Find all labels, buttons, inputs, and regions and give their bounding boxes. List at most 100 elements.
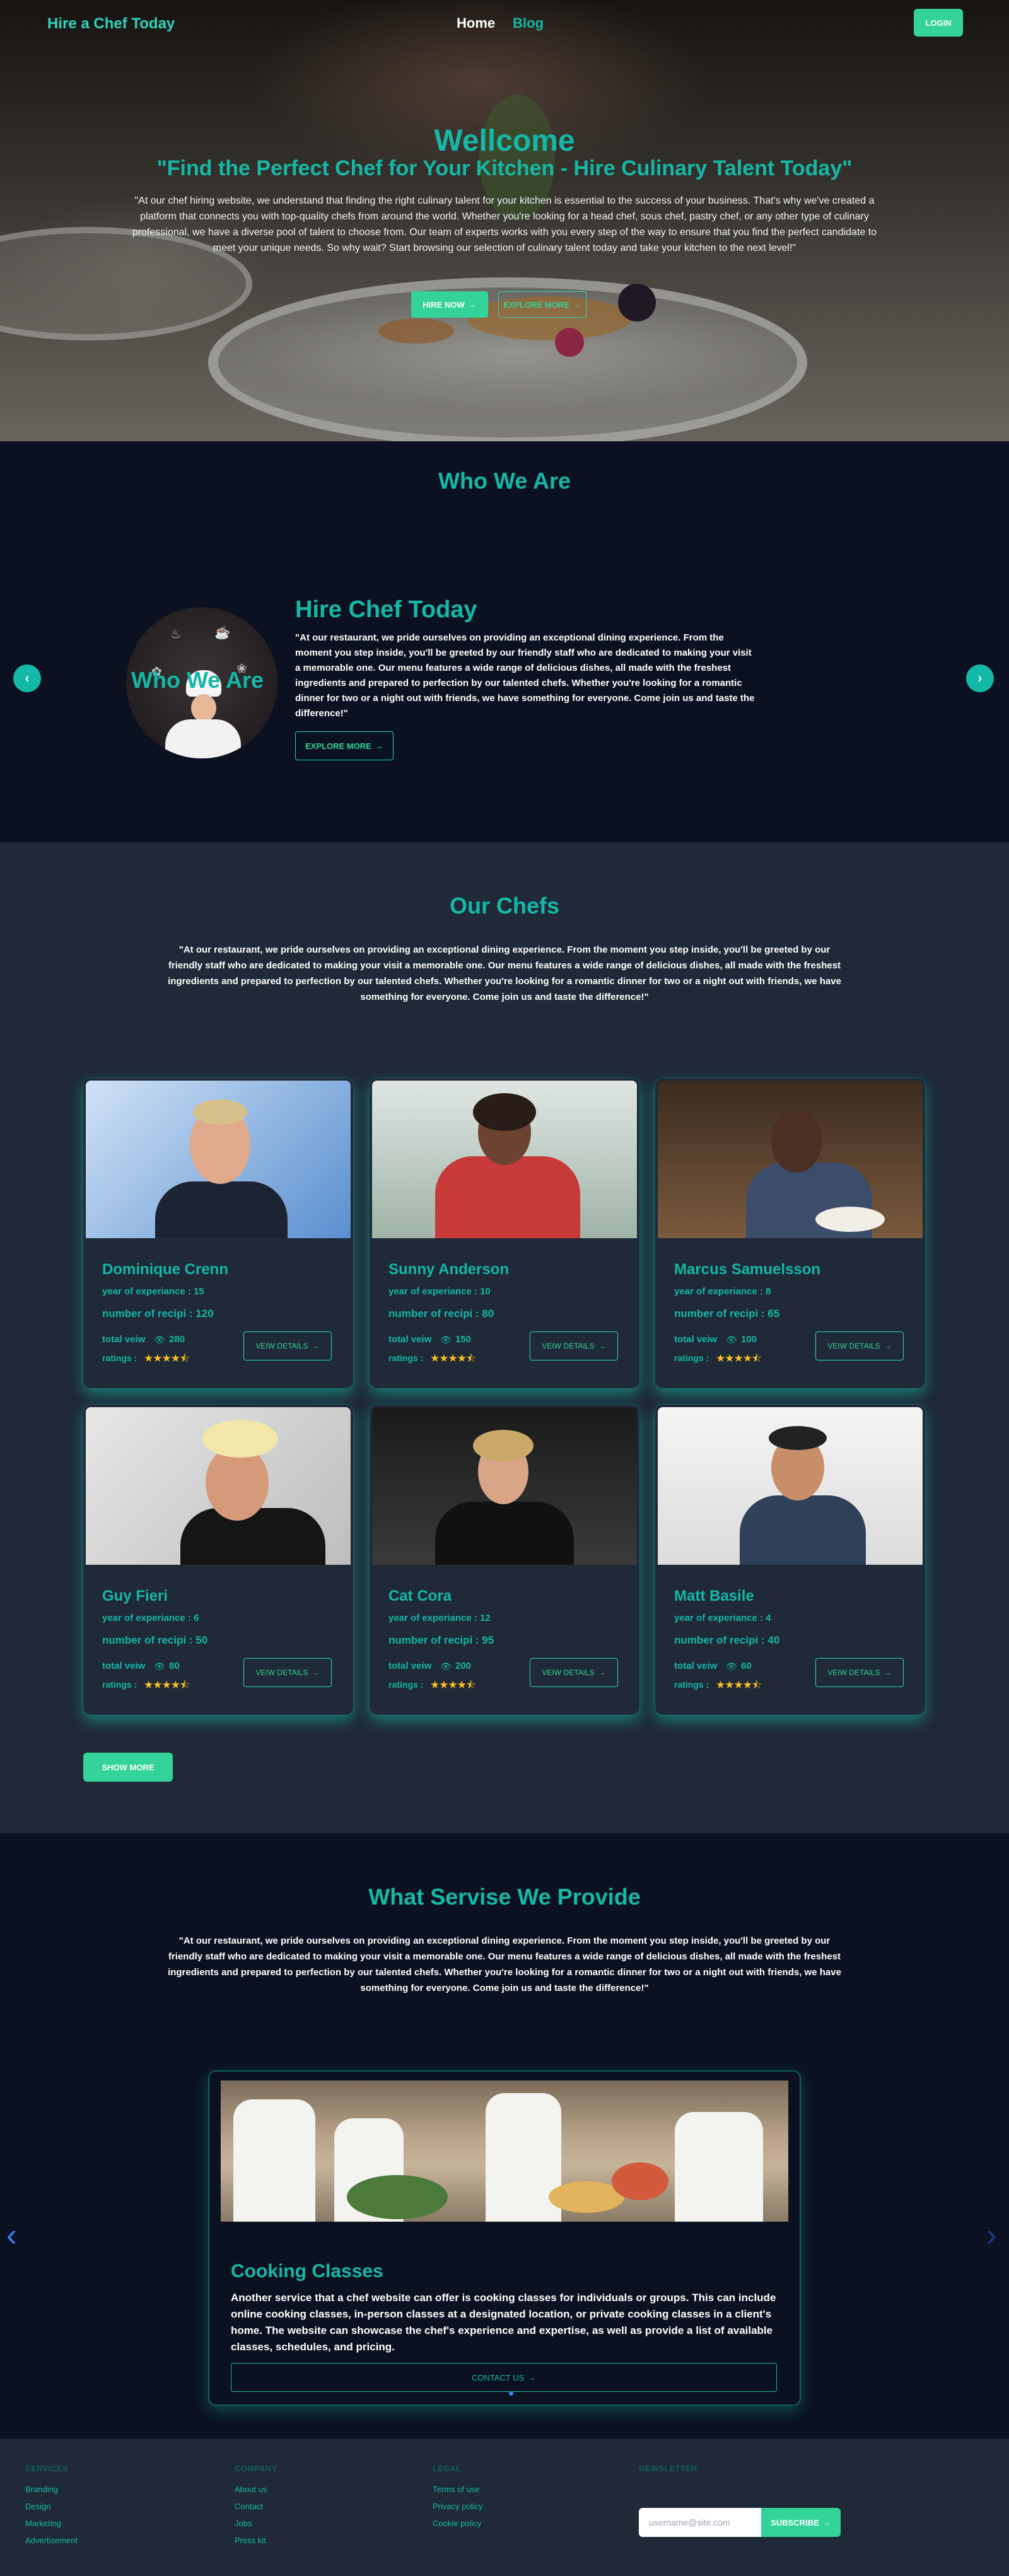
chef-years: year of experiance : 15 xyxy=(102,1286,204,1297)
chefs-section-title: Our Chefs xyxy=(449,893,560,919)
chef-card: Marcus Samuelsson year of experiance : 8… xyxy=(655,1078,925,1388)
photo-shape xyxy=(473,1093,536,1131)
chef-name: Dominique Crenn xyxy=(102,1261,229,1278)
view-details-button[interactable]: VEIW DETAILS → xyxy=(815,1332,904,1361)
arrow-right-icon: → xyxy=(884,1668,892,1677)
view-details-button[interactable]: VEIW DETAILS → xyxy=(530,1658,618,1687)
chef-photo xyxy=(86,1407,351,1565)
service-name: Cooking Classes xyxy=(231,2261,383,2282)
chef-ratings-label: ratings : xyxy=(102,1353,137,1363)
newsletter-email-input[interactable] xyxy=(639,2508,761,2537)
who-section-title: Who We Are xyxy=(438,468,571,494)
chef-years: year of experiance : 6 xyxy=(102,1613,199,1623)
footer-link[interactable]: Branding xyxy=(25,2485,78,2494)
view-details-button[interactable]: VEIW DETAILS → xyxy=(530,1332,618,1361)
footer-heading: Newsletter xyxy=(639,2464,697,2473)
chevron-left-icon[interactable]: ‹ xyxy=(6,2217,17,2253)
arrow-right-icon: → xyxy=(884,1342,892,1350)
service-description: Another service that a chef website can … xyxy=(231,2292,776,2353)
footer-legal-column: Legal Terms of use Privacy policy Cookie… xyxy=(433,2464,482,2536)
chef-views-label: total veiw xyxy=(388,1661,432,1671)
footer-link[interactable]: About us xyxy=(235,2485,277,2494)
carousel-next-button[interactable]: › xyxy=(966,664,994,692)
footer-link[interactable]: Design xyxy=(25,2502,78,2511)
footer-link[interactable]: Privacy policy xyxy=(433,2502,482,2511)
view-details-label: VEIW DETAILS xyxy=(542,1342,595,1350)
star-rating: ★★★★⯪ xyxy=(144,1352,190,1364)
footer-company-column: Company About us Contact Jobs Press kit xyxy=(235,2464,277,2553)
service-image xyxy=(221,2080,788,2222)
chef-views-label: total veiw xyxy=(674,1661,718,1671)
eye-icon: 👁 xyxy=(154,1661,165,1671)
hire-now-label: HIRE NOW xyxy=(423,299,465,310)
footer-newsletter-column: Newsletter xyxy=(639,2464,697,2485)
carousel-prev-button[interactable]: ‹ xyxy=(13,664,41,692)
chef-views: 280 xyxy=(169,1334,185,1345)
view-details-label: VEIW DETAILS xyxy=(827,1342,880,1350)
footer-link[interactable]: Terms of use xyxy=(433,2485,482,2494)
chef-name: Sunny Anderson xyxy=(388,1261,510,1278)
chefs-section-paragraph: "At our restaurant, we pride ourselves o… xyxy=(168,944,841,1002)
chef-recipes: number of recipi : 120 xyxy=(102,1308,214,1320)
main-nav: Home Blog xyxy=(457,15,544,32)
nav-link-home[interactable]: Home xyxy=(457,15,495,32)
who-paragraph: "At our restaurant, we pride ourselves o… xyxy=(295,632,755,719)
view-details-button[interactable]: VEIW DETAILS → xyxy=(243,1658,332,1687)
chevron-right-icon[interactable]: › xyxy=(986,2217,997,2253)
photo-shape xyxy=(771,1110,822,1173)
star-rating: ★★★★⯪ xyxy=(144,1679,190,1691)
explore-more-button[interactable]: EXPLORE MORE → xyxy=(498,291,586,318)
footer-heading: Company xyxy=(235,2464,277,2473)
chef-views-label: total veiw xyxy=(388,1334,432,1345)
who-heading: Hire Chef Today xyxy=(295,596,477,623)
footer-link[interactable]: Press kit xyxy=(235,2536,277,2545)
chef-views: 200 xyxy=(455,1661,472,1671)
chef-views: 150 xyxy=(455,1334,472,1345)
footer-link[interactable]: Marketing xyxy=(25,2519,78,2528)
who-explore-more-button[interactable]: EXPLORE MORE → xyxy=(295,731,394,760)
footer: Services Branding Design Marketing Adver… xyxy=(0,2439,1009,2576)
footer-link[interactable]: Jobs xyxy=(235,2519,277,2528)
nav-link-blog[interactable]: Blog xyxy=(513,15,544,32)
star-rating: ★★★★⯪ xyxy=(716,1679,762,1691)
chef-ratings-label: ratings : xyxy=(102,1680,137,1690)
photo-shape xyxy=(155,1181,288,1238)
chef-card: Guy Fieri year of experiance : 6 number … xyxy=(83,1405,353,1715)
hire-now-button[interactable]: HIRE NOW → xyxy=(411,291,488,318)
carousel-dot[interactable] xyxy=(509,2391,513,2396)
chef-views: 100 xyxy=(741,1334,757,1345)
chef-face xyxy=(191,694,216,722)
contact-us-button[interactable]: CONTACT US → xyxy=(231,2363,777,2392)
subscribe-button[interactable]: SUBSCRIBE → xyxy=(761,2508,841,2537)
footer-link[interactable]: Cookie policy xyxy=(433,2519,482,2528)
brand-logo[interactable]: Hire a Chef Today xyxy=(47,15,175,33)
photo-shape xyxy=(675,2112,763,2222)
photo-shape xyxy=(233,2099,315,2222)
photo-shape xyxy=(347,2175,448,2219)
photo-shape xyxy=(435,1156,580,1238)
login-button[interactable]: LOGIN xyxy=(914,9,963,37)
chef-views-label: total veiw xyxy=(102,1334,146,1345)
chef-coat xyxy=(165,719,241,758)
footer-link[interactable]: Contact xyxy=(235,2502,277,2511)
chef-views-label: total veiw xyxy=(102,1661,146,1671)
view-details-button[interactable]: VEIW DETAILS → xyxy=(243,1332,332,1361)
services-section-title: What Servise We Provide xyxy=(368,1884,641,1910)
view-details-label: VEIW DETAILS xyxy=(255,1668,308,1677)
chef-years: year of experiance : 10 xyxy=(388,1286,491,1297)
eye-icon: 👁 xyxy=(726,1335,737,1345)
star-rating: ★★★★⯪ xyxy=(716,1352,762,1364)
chef-card: Dominique Crenn year of experiance : 15 … xyxy=(83,1078,353,1388)
arrow-right-icon: → xyxy=(822,2517,831,2527)
chef-ratings-label: ratings : xyxy=(388,1680,424,1690)
service-card: Cooking Classes Another service that a c… xyxy=(208,2070,801,2406)
eye-icon: 👁 xyxy=(440,1335,452,1345)
view-details-button[interactable]: VEIW DETAILS → xyxy=(815,1658,904,1687)
arrow-right-icon: → xyxy=(573,299,581,310)
footer-link[interactable]: Advertisement xyxy=(25,2536,78,2545)
chevron-left-icon: ‹ xyxy=(25,671,30,685)
services-section: What Servise We Provide "At our restaura… xyxy=(0,1833,1009,2439)
arrow-right-icon: → xyxy=(598,1342,606,1350)
show-more-button[interactable]: SHOW MORE xyxy=(83,1753,173,1782)
doodle-icon: ♨ xyxy=(170,627,182,641)
